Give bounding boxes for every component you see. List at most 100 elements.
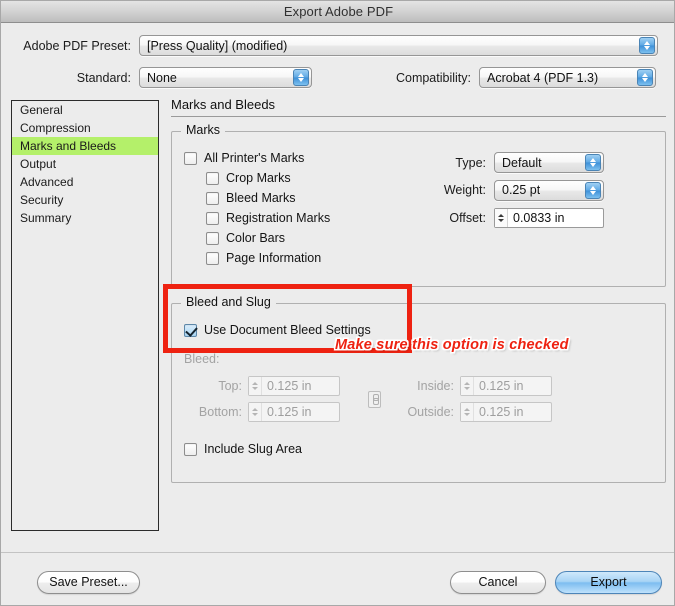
type-value: Default xyxy=(502,155,542,170)
triangle-down-icon xyxy=(642,78,648,82)
triangle-up-icon xyxy=(642,73,648,77)
chevron-updown-icon[interactable] xyxy=(637,69,653,86)
standard-value: None xyxy=(147,70,177,85)
chevron-updown-icon[interactable] xyxy=(639,37,655,54)
color-bars-checkbox[interactable] xyxy=(206,231,219,245)
bleed-marks-checkbox[interactable] xyxy=(206,191,219,205)
inside-row: Inside: 0.125 in xyxy=(394,373,653,399)
top-label: Top: xyxy=(218,379,242,393)
type-label: Type: xyxy=(455,155,486,170)
checkbox-label: Registration Marks xyxy=(226,211,331,225)
registration-marks-checkbox[interactable] xyxy=(206,211,219,225)
checkbox-row-include-slug-area[interactable]: Include Slug Area xyxy=(184,439,653,459)
panel-title: Marks and Bleeds xyxy=(171,97,276,112)
link-bleed-values-toggle[interactable] xyxy=(354,373,394,425)
footer-divider xyxy=(1,552,674,553)
weight-value: 0.25 pt xyxy=(502,183,541,197)
bleed-fields-grid: Top: 0.125 in Bottom: 0.125 in Inside: 0… xyxy=(184,373,653,425)
sidebar-item-compression[interactable]: Compression xyxy=(12,119,158,137)
compatibility-dropdown[interactable]: Acrobat 4 (PDF 1.3) xyxy=(479,67,656,88)
checkbox-label: All Printer's Marks xyxy=(204,151,305,165)
standard-dropdown[interactable]: None xyxy=(139,67,312,88)
settings-category-list[interactable]: General Compression Marks and Bleeds Out… xyxy=(11,100,159,531)
outside-row: Outside: 0.125 in xyxy=(394,399,653,425)
marks-group-legend: Marks xyxy=(181,123,226,137)
offset-stepper-field[interactable]: 0.0833 in xyxy=(494,207,604,228)
save-preset-button[interactable]: Save Preset... xyxy=(37,570,140,594)
bleed-top-value: 0.125 in xyxy=(267,379,312,393)
window-title: Export Adobe PDF xyxy=(283,4,394,19)
stepper-arrows-icon[interactable] xyxy=(249,377,262,395)
preset-label: Adobe PDF Preset: xyxy=(23,38,131,53)
chain-link-icon xyxy=(367,390,381,408)
cancel-button[interactable]: Cancel xyxy=(450,570,546,594)
stepper-arrows-icon[interactable] xyxy=(249,403,262,421)
bleed-label: Bleed: xyxy=(184,352,220,366)
use-document-bleed-settings-checkbox[interactable] xyxy=(184,323,197,337)
chevron-updown-icon[interactable] xyxy=(293,69,309,86)
triangle-down-icon xyxy=(298,78,304,82)
sidebar-item-security[interactable]: Security xyxy=(12,191,158,209)
sidebar-item-label: Security xyxy=(20,193,64,207)
bleed-outside-value: 0.125 in xyxy=(479,405,524,419)
title-bar: Export Adobe PDF xyxy=(1,1,674,23)
sidebar-item-advanced[interactable]: Advanced xyxy=(12,173,158,191)
triangle-down-icon xyxy=(590,190,596,195)
bleed-top-field[interactable]: 0.125 in xyxy=(248,376,340,396)
export-adobe-pdf-dialog: Export Adobe PDF Adobe PDF Preset: [Pres… xyxy=(0,0,675,606)
stepper-arrows-icon[interactable] xyxy=(461,377,474,395)
chevron-updown-icon[interactable] xyxy=(585,181,601,199)
export-button[interactable]: Export xyxy=(555,570,662,594)
sidebar-item-summary[interactable]: Summary xyxy=(12,209,158,227)
stepper-arrows-icon[interactable] xyxy=(461,403,474,421)
standard-label: Standard: xyxy=(76,70,131,85)
bleed-bottom-value: 0.125 in xyxy=(267,405,312,419)
checkbox-label: Color Bars xyxy=(226,231,286,245)
sidebar-item-label: Advanced xyxy=(20,175,74,189)
marks-group: Marks All Printer's Marks Crop Marks Ble… xyxy=(171,123,666,287)
crop-marks-checkbox[interactable] xyxy=(206,171,219,185)
checkbox-row-page-information[interactable]: Page Information xyxy=(184,248,422,268)
checkbox-row-registration-marks[interactable]: Registration Marks xyxy=(184,208,422,228)
top-row: Top: 0.125 in xyxy=(184,373,354,399)
triangle-up-icon xyxy=(252,382,258,385)
marks-and-bleeds-panel: Marks and Bleeds Marks All Printer's Mar… xyxy=(171,97,666,531)
annotation-text: Make sure this option is checked xyxy=(335,337,569,353)
outside-label: Outside: xyxy=(407,405,454,419)
chevron-updown-icon[interactable] xyxy=(585,154,601,171)
bleed-inside-field[interactable]: 0.125 in xyxy=(460,376,552,396)
page-information-checkbox[interactable] xyxy=(206,251,219,265)
checkbox-row-bleed-marks[interactable]: Bleed Marks xyxy=(184,188,422,208)
bleed-bottom-field[interactable]: 0.125 in xyxy=(248,402,340,422)
checkbox-row-color-bars[interactable]: Color Bars xyxy=(184,228,422,248)
weight-row: Weight: 0.25 pt xyxy=(422,175,653,205)
bleed-outside-field[interactable]: 0.125 in xyxy=(460,402,552,422)
sidebar-item-marks-and-bleeds[interactable]: Marks and Bleeds xyxy=(12,137,158,155)
sidebar-item-output[interactable]: Output xyxy=(12,155,158,173)
type-dropdown[interactable]: Default xyxy=(494,152,604,173)
weight-label: Weight: xyxy=(443,183,486,197)
sidebar-item-label: Compression xyxy=(20,121,91,135)
stepper-arrows-icon[interactable] xyxy=(495,208,508,227)
triangle-up-icon xyxy=(590,158,596,162)
sidebar-item-general[interactable]: General xyxy=(12,101,158,119)
compatibility-value: Acrobat 4 (PDF 1.3) xyxy=(487,70,599,85)
sidebar-item-label: Marks and Bleeds xyxy=(20,139,117,153)
marks-options-column: Type: Default Weight: 0.25 pt Offset: 0.… xyxy=(422,148,653,286)
include-slug-area-checkbox[interactable] xyxy=(184,442,197,456)
preset-dropdown[interactable]: [Press Quality] (modified) xyxy=(139,35,658,56)
printer-marks-checkbox-list: All Printer's Marks Crop Marks Bleed Mar… xyxy=(184,148,422,286)
all-printers-marks-checkbox[interactable] xyxy=(184,151,197,165)
sidebar-item-label: General xyxy=(20,103,63,117)
checkbox-row-crop-marks[interactable]: Crop Marks xyxy=(184,168,422,188)
checkbox-label: Bleed Marks xyxy=(226,191,296,205)
triangle-down-icon xyxy=(252,387,258,390)
triangle-down-icon xyxy=(498,218,504,222)
preset-row: Adobe PDF Preset: [Press Quality] (modif… xyxy=(1,34,674,57)
triangle-down-icon xyxy=(252,413,258,416)
checkbox-row-all-printers-marks[interactable]: All Printer's Marks xyxy=(184,148,422,168)
bleed-fields-right: Inside: 0.125 in Outside: 0.125 in xyxy=(394,373,653,425)
checkbox-label: Use Document Bleed Settings xyxy=(204,323,371,337)
checkbox-label: Include Slug Area xyxy=(204,442,302,456)
weight-dropdown[interactable]: 0.25 pt xyxy=(494,179,604,201)
